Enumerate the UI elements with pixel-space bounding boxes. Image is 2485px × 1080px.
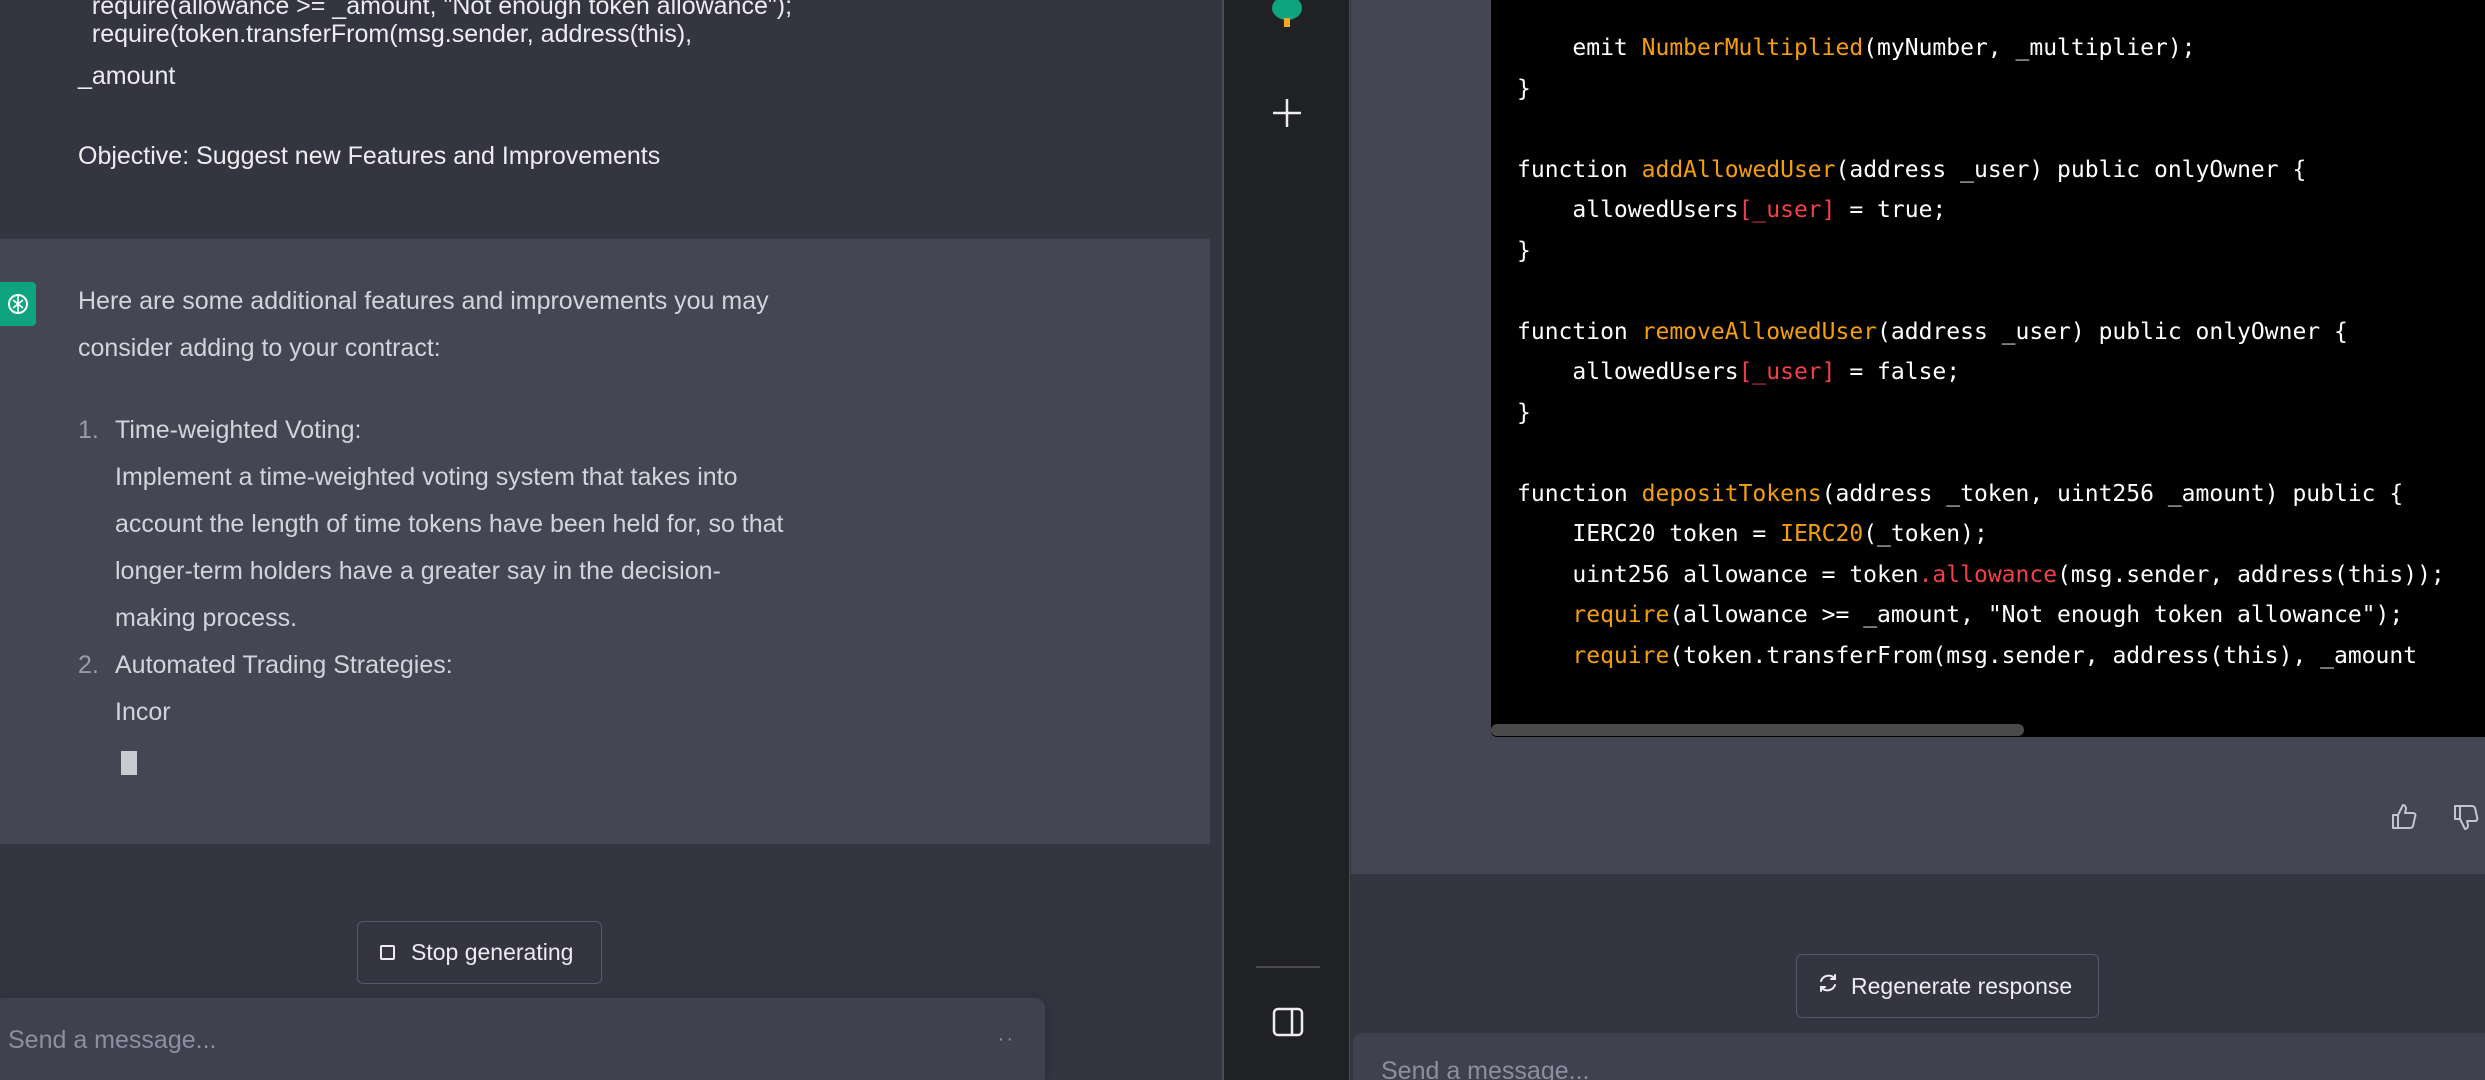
list-item-text: Implement a time-weighted voting system … (115, 463, 738, 491)
code-line: function addAllowedUser(address _user) p… (1517, 150, 2306, 190)
code-token: function (1517, 156, 1642, 183)
code-line: require(token.transferFrom(msg.sender, a… (1517, 636, 2417, 676)
code-function-token: depositTokens (1641, 480, 1822, 507)
code-function-token: require (1572, 642, 1670, 669)
list-item-text: making process. (115, 604, 298, 632)
plus-icon[interactable] (1270, 96, 1304, 130)
stop-generating-button[interactable]: Stop generating (357, 921, 602, 984)
user-message: require(allowance >= _amount, "Not enoug… (0, 0, 1210, 238)
code-line: allowedUsers[_user] = false; (1517, 352, 1960, 392)
code-token: (msg.sender, address(this)); (2057, 561, 2445, 588)
code-token: function (1517, 480, 1642, 507)
code-keyword-token: .allowance (1918, 561, 2058, 588)
list-item-title: Time-weighted Voting: (115, 416, 362, 444)
code-token: function (1517, 318, 1642, 345)
code-token: uint256 allowance = token (1517, 561, 1919, 588)
code-token: emit (1517, 35, 1642, 61)
code-token: (address _token, uint256 _amount) public… (1821, 480, 2404, 507)
code-block: emit NumberMultiplied(myNumber, _multipl… (1491, 0, 2485, 737)
right-chat-pane: emit NumberMultiplied(myNumber, _multipl… (1351, 0, 2485, 1080)
list-number: 1. (78, 416, 99, 444)
thumbs-down-icon[interactable] (2451, 802, 2481, 837)
message-input-placeholder: Send a message... (1381, 1057, 1590, 1080)
list-item-title: Automated Trading Strategies: (115, 651, 453, 679)
code-token: allowedUsers (1517, 197, 1739, 223)
user-message-line: _amount (78, 62, 176, 90)
code-line: } (1517, 393, 1531, 433)
stop-icon (380, 945, 395, 960)
list-number: 2. (78, 651, 99, 679)
code-function-token: IERC20 (1780, 521, 1864, 547)
thumbs-up-icon[interactable] (2389, 802, 2419, 837)
panel-toggle-icon[interactable] (1272, 1007, 1304, 1042)
code-function-token: removeAllowedUser (1641, 318, 1878, 345)
code-token: IERC20 token = (1517, 521, 1781, 547)
message-input[interactable]: Send a message... (1353, 1033, 2485, 1080)
code-function-token: addAllowedUser (1641, 156, 1836, 183)
left-chat-pane: require(allowance >= _amount, "Not enoug… (0, 0, 1222, 1080)
code-line: IERC20 token = IERC20(_token); (1517, 514, 1988, 554)
message-input[interactable]: Send a message... ·· (0, 998, 1045, 1080)
regenerate-response-label: Regenerate response (1851, 972, 2073, 999)
sidebar-divider (1256, 966, 1320, 968)
code-line: allowedUsers[_user] = true; (1517, 190, 1946, 230)
assistant-intro: consider adding to your contract: (78, 334, 441, 362)
code-token: } (1517, 399, 1531, 426)
message-input-placeholder: Send a message... (8, 1026, 217, 1054)
code-line: require(allowance >= _amount, "Not enoug… (1517, 595, 2403, 635)
code-token: = false; (1835, 359, 1961, 385)
stop-generating-label: Stop generating (411, 939, 574, 965)
code-token: (token.transferFrom(msg.sender, address(… (1669, 642, 2418, 669)
typing-cursor (121, 751, 137, 775)
user-message-objective: Objective: Suggest new Features and Impr… (78, 142, 661, 170)
code-line: emit NumberMultiplied(myNumber, _multipl… (1517, 28, 2196, 68)
sidebar (1222, 0, 1350, 1080)
code-line: } (1517, 231, 1531, 271)
code-token: } (1517, 237, 1531, 264)
chatgpt-logo-icon (0, 282, 36, 326)
list-item-text: longer-term holders have a greater say i… (115, 557, 721, 585)
list-item-text: Incor (115, 698, 171, 726)
code-token: allowedUsers (1517, 359, 1739, 385)
code-line: function removeAllowedUser(address _user… (1517, 312, 2348, 352)
code-token: (address _user) public onlyOwner { (1835, 156, 2307, 183)
code-line: function depositTokens(address _token, u… (1517, 474, 2403, 514)
code-horizontal-scrollbar[interactable] (1491, 724, 2024, 736)
code-line: uint256 allowance = token.allowance(msg.… (1517, 555, 2445, 595)
code-line: } (1517, 69, 1531, 109)
code-function-token: NumberMultiplied (1641, 35, 1864, 61)
list-item-text: account the length of time tokens have b… (115, 510, 784, 538)
loading-dots-icon: ·· (997, 1028, 1015, 1050)
code-keyword-token: [_user] (1738, 359, 1836, 385)
code-token: (allowance >= _amount, "Not enough token… (1669, 602, 2404, 628)
code-token: (_token); (1863, 521, 1988, 547)
code-token: = true; (1835, 197, 1947, 223)
code-token: (address _user) public onlyOwner { (1877, 318, 2348, 345)
refresh-icon (1817, 972, 1839, 1000)
code-token: (myNumber, _multiplier); (1863, 35, 2196, 61)
code-keyword-token: [_user] (1738, 197, 1836, 223)
tree-icon[interactable] (1270, 0, 1304, 35)
user-message-line: require(token.transferFrom(msg.sender, a… (78, 20, 693, 48)
code-function-token: require (1572, 602, 1670, 628)
regenerate-response-button[interactable]: Regenerate response (1796, 954, 2099, 1018)
assistant-intro: Here are some additional features and im… (78, 287, 769, 315)
code-token: } (1517, 75, 1531, 102)
